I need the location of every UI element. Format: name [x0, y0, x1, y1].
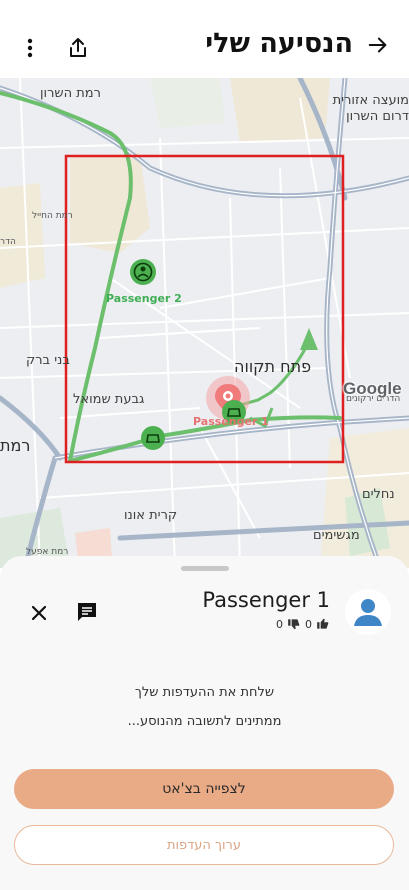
app-header: הנסיעה שלי [0, 0, 409, 78]
status-message-line2: ממתינים לתשובה מהנוסע... [127, 714, 282, 729]
map-label-ramat-gan: רמת [0, 436, 31, 455]
thumbs-up-icon [317, 618, 329, 629]
avatar[interactable] [345, 589, 391, 635]
trip-bottom-sheet: Passenger 1 0 0 שלחת את ההעדפות שלך ממתי… [0, 556, 409, 890]
map-label-nehalim: נחלים [362, 487, 395, 502]
passenger-name: Passenger 1 [202, 588, 330, 612]
map-canvas [0, 78, 409, 568]
map-label-hadar: הדר [0, 237, 16, 247]
arrow-right-icon[interactable] [367, 34, 389, 56]
map-label-kiryat-ono: קרית אונו [124, 508, 178, 523]
dislike-count: 0 [276, 617, 283, 631]
status-message-line1: שלחת את ההעדפות שלך [134, 685, 275, 700]
close-icon[interactable] [27, 601, 51, 625]
page-title: הנסיעה שלי [205, 28, 353, 59]
chat-icon[interactable] [75, 600, 99, 624]
more-vert-icon[interactable] [20, 36, 40, 60]
passenger-ratings: 0 0 [276, 616, 330, 632]
map-label-givat-shmuel: גבעת שמואל [73, 392, 145, 407]
map-label-petah-tikva: פתח תקווה [234, 357, 312, 376]
drag-handle[interactable] [181, 566, 229, 571]
map-label-ramat-hasharon: רמת השרון [40, 86, 101, 101]
map-label-magshimim: מגשימים [313, 528, 360, 543]
edit-preferences-button[interactable]: ערוך העדפות [14, 825, 394, 865]
map-label-bnei-brak: בני ברק [26, 353, 70, 368]
thumbs-down-icon [288, 619, 300, 630]
passenger1-map-label: Passenger 1 [193, 415, 269, 428]
map-view[interactable]: רמת השרון מועצה אזורית דרום השרון רמת הח… [0, 78, 409, 568]
map-label-southern-sharon: דרום השרון [346, 109, 409, 124]
view-chat-button[interactable]: לצפייה בצ'אט [14, 769, 394, 809]
map-label-ramat-hahayal: רמת החייל [32, 211, 73, 221]
passenger2-map-label: Passenger 2 [106, 292, 182, 305]
share-icon[interactable] [66, 36, 90, 60]
google-logo: Google [343, 379, 402, 398]
like-count: 0 [305, 617, 312, 631]
map-label-regional-council: מועצה אזורית [332, 93, 409, 108]
